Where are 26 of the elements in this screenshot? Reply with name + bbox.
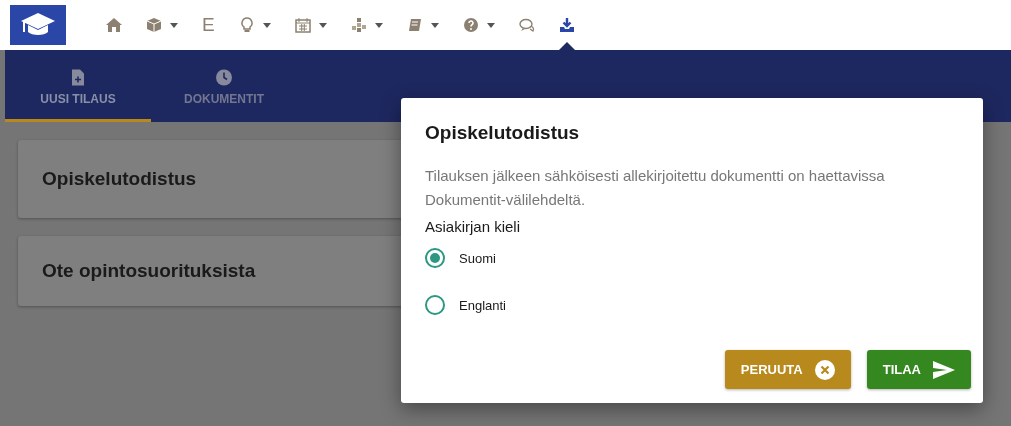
- radio-button[interactable]: [425, 295, 445, 315]
- help-icon: [462, 17, 479, 33]
- tab[interactable]: UUSI TILAUS: [5, 50, 151, 122]
- dialog-description: Tilauksen jälkeen sähköisesti allekirjoitettu dokumentti on haettavissa Dokumentit-välilehdeltä.: [425, 166, 886, 210]
- clock-icon: [216, 68, 232, 86]
- radio-option[interactable]: Englanti: [425, 292, 506, 318]
- blocks-icon: [350, 17, 367, 33]
- book-icon: [406, 17, 423, 33]
- logo[interactable]: [10, 5, 66, 45]
- calendar-icon: [294, 17, 311, 33]
- radio-option[interactable]: Suomi: [425, 245, 496, 271]
- tab[interactable]: DOKUMENTIT: [151, 50, 297, 122]
- home-icon: [106, 17, 122, 33]
- file-plus-icon: [70, 68, 86, 86]
- nav-item[interactable]: E: [190, 0, 227, 50]
- close-icon: [814, 359, 835, 380]
- cancel-button[interactable]: PERUUTA: [724, 350, 851, 389]
- chat-icon: [518, 17, 535, 33]
- cube-icon: [146, 17, 162, 33]
- radio-button[interactable]: [425, 248, 445, 268]
- order-button[interactable]: TILAA: [866, 350, 971, 389]
- download-icon: [558, 17, 575, 33]
- send-icon: [933, 360, 955, 379]
- dialog-title: Opiskelutodistus: [425, 122, 581, 144]
- field-label: Asiakirjan kieli: [425, 218, 522, 235]
- lightbulb-icon: [238, 17, 255, 33]
